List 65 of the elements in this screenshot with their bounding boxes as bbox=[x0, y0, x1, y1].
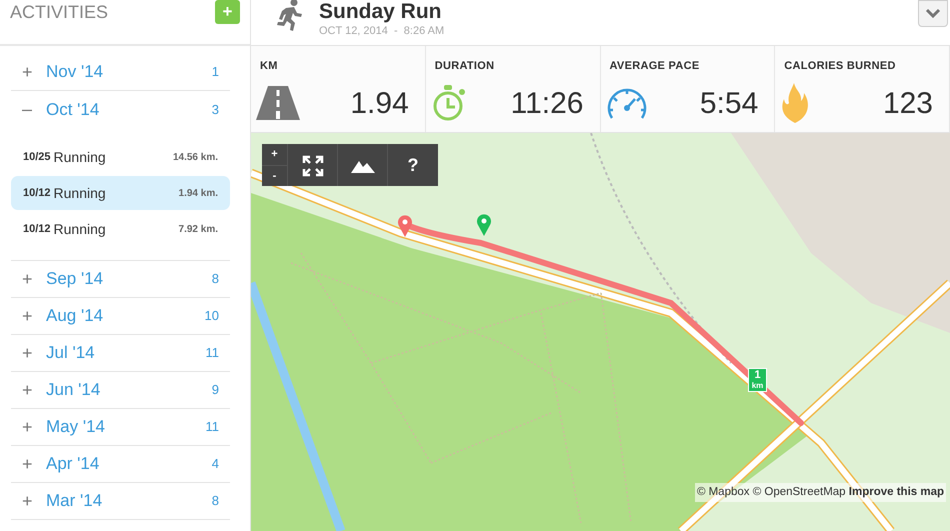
activity-distance: 1.94 km. bbox=[178, 186, 218, 200]
expand-toggle[interactable]: + bbox=[22, 376, 46, 404]
km-marker: 1 km bbox=[748, 368, 767, 392]
runner-icon bbox=[277, 0, 303, 30]
mountain-icon bbox=[350, 158, 374, 173]
expand-toggle[interactable]: – bbox=[22, 96, 46, 123]
speedometer-icon bbox=[606, 86, 648, 120]
activity-distance: 14.56 km. bbox=[172, 150, 218, 164]
flame-icon bbox=[780, 83, 810, 123]
expand-toggle[interactable]: + bbox=[22, 58, 46, 86]
activity-date: 10/12 bbox=[23, 222, 51, 237]
month-link[interactable]: Jun '14 bbox=[46, 377, 212, 403]
activity-type: Running bbox=[54, 148, 107, 167]
month-count: 3 bbox=[212, 100, 219, 119]
stat-label: CALORIES BURNED bbox=[784, 59, 897, 74]
stat-value: 123 bbox=[882, 86, 933, 122]
expand-toggle[interactable]: + bbox=[22, 266, 46, 292]
expand-toggle[interactable]: + bbox=[22, 488, 46, 514]
stat-label: DURATION bbox=[434, 59, 496, 74]
month-count: 8 bbox=[212, 270, 219, 288]
month-count: 1 bbox=[212, 63, 219, 82]
sidebar-title: ACTIVITIES bbox=[10, 1, 108, 24]
map-pin-icon bbox=[477, 214, 491, 236]
stat-label: KM bbox=[260, 59, 279, 74]
expand-toggle[interactable]: + bbox=[22, 450, 46, 478]
start-pin-icon bbox=[398, 215, 412, 237]
chevron-down-icon bbox=[925, 8, 941, 18]
month-link[interactable]: Mar '14 bbox=[46, 488, 212, 514]
dropdown-button[interactable] bbox=[918, 0, 948, 27]
month-count: 11 bbox=[206, 344, 219, 362]
month-count: 8 bbox=[212, 492, 219, 510]
month-link[interactable]: Nov '14 bbox=[46, 59, 212, 85]
month-count: 11 bbox=[206, 418, 219, 436]
improve-map-link[interactable]: Improve this map bbox=[848, 486, 944, 498]
month-link[interactable]: Aug '14 bbox=[46, 303, 205, 329]
stat-label: AVERAGE PACE bbox=[610, 59, 700, 74]
expand-toggle[interactable]: + bbox=[22, 414, 46, 440]
activity-date-time: OCT 12, 2014 - 8:26 AM bbox=[319, 24, 444, 40]
month-link[interactable]: Jul '14 bbox=[46, 340, 206, 366]
month-link[interactable]: Apr '14 bbox=[46, 451, 212, 477]
stat-value: 5:54 bbox=[700, 86, 758, 122]
stopwatch-icon bbox=[430, 84, 467, 122]
activity-type: Running bbox=[54, 184, 107, 203]
expand-toggle[interactable]: + bbox=[22, 340, 46, 366]
month-link[interactable]: Sep '14 bbox=[46, 266, 212, 292]
activity-distance: 7.92 km. bbox=[178, 222, 218, 236]
month-count: 4 bbox=[212, 455, 219, 474]
activity-item[interactable]: 10/12 Running 7.92 km. bbox=[11, 212, 230, 246]
activity-item[interactable]: 10/25 Running 14.56 km. bbox=[11, 140, 230, 174]
expand-toggle[interactable]: + bbox=[22, 302, 46, 330]
road-icon bbox=[256, 86, 300, 120]
month-link[interactable]: May '14 bbox=[46, 414, 206, 440]
month-count: 10 bbox=[204, 307, 219, 326]
activity-date: 10/12 bbox=[23, 186, 51, 201]
month-count: 9 bbox=[212, 381, 219, 400]
activity-title: Sunday Run bbox=[319, 1, 443, 24]
stat-value: 1.94 bbox=[350, 86, 409, 122]
zoom-out-button[interactable]: - bbox=[262, 165, 287, 186]
map-attribution: © Mapbox © OpenStreetMap bbox=[696, 486, 846, 498]
activity-date: 10/25 bbox=[23, 150, 51, 165]
expand-arrows-icon bbox=[302, 154, 324, 177]
stat-value: 11:26 bbox=[510, 86, 584, 122]
month-link[interactable]: Oct '14 bbox=[46, 96, 212, 122]
activity-type: Running bbox=[54, 220, 107, 239]
activity-item[interactable]: 10/12 Running 1.94 km. bbox=[11, 176, 230, 210]
